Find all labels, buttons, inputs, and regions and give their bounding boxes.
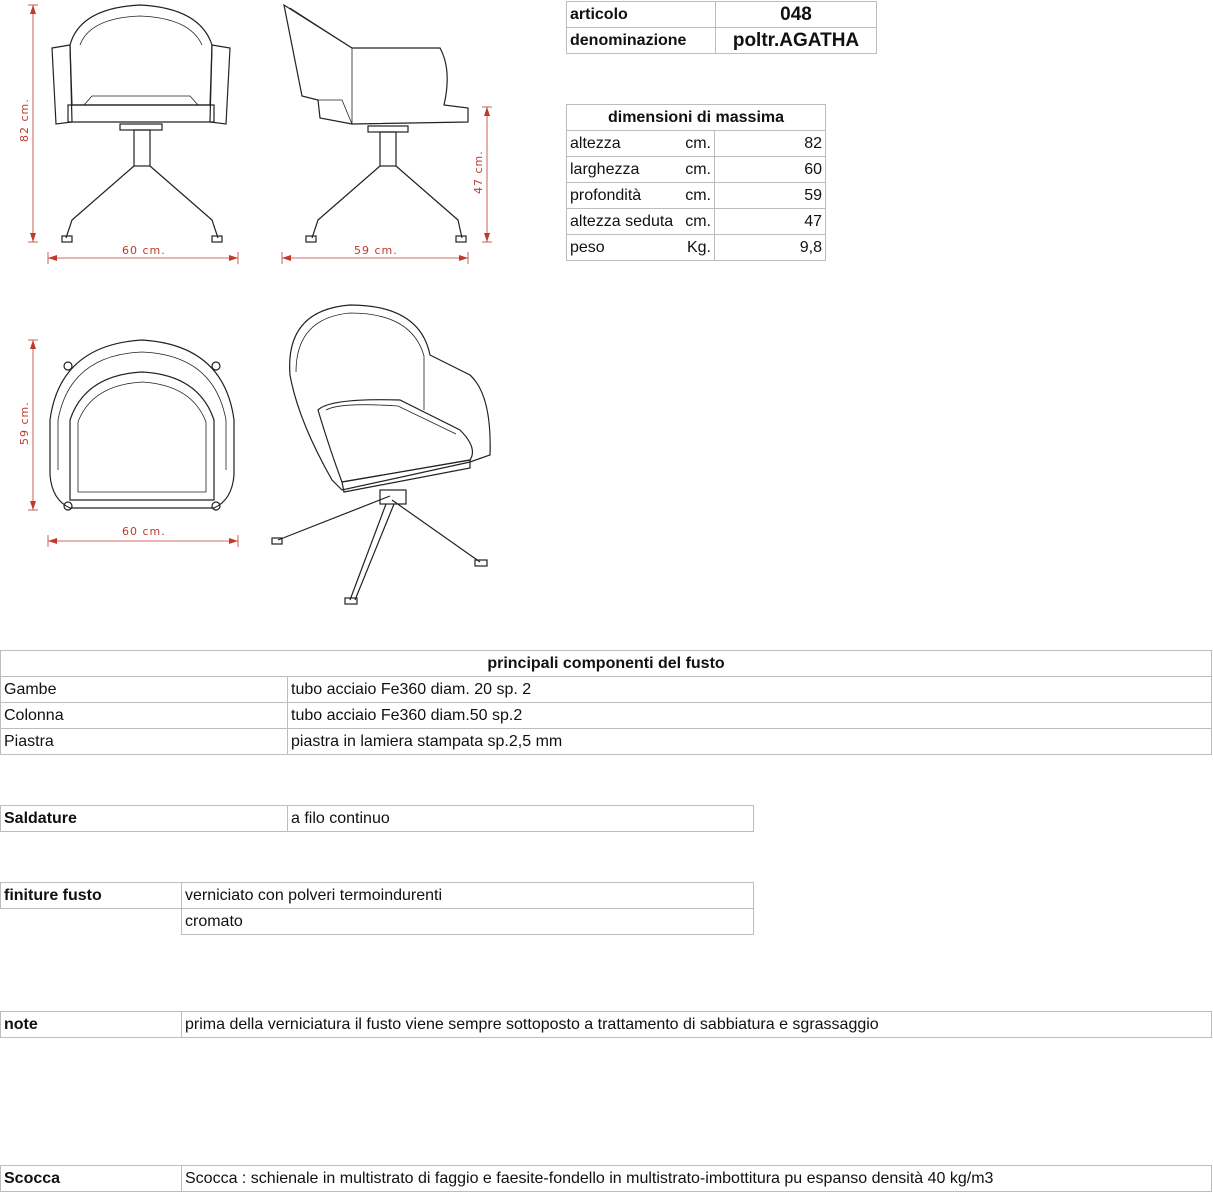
dimensioni-row: profondità cm. 59	[566, 182, 826, 209]
dimensioni-row: peso Kg. 9,8	[566, 234, 826, 261]
dimensioni-row-unit: cm.	[685, 161, 711, 178]
dimensioni-row-unit: cm.	[685, 213, 711, 230]
note-table: note prima della verniciatura il fusto v…	[0, 1011, 1212, 1038]
finiture-value: cromato	[181, 908, 754, 935]
top-width-dimension: 60 cm.	[122, 525, 166, 538]
dimensioni-row-value: 9,8	[714, 234, 826, 261]
componenti-row-name: Colonna	[0, 702, 288, 729]
dimensioni-row-label: peso	[570, 239, 605, 256]
top-view-drawing: 59 cm. 60 cm.	[18, 339, 239, 547]
dimensioni-row-value: 59	[714, 182, 826, 209]
componenti-title: principali componenti del fusto	[0, 650, 1212, 677]
dimensioni-row-label: altezza	[570, 135, 621, 152]
componenti-table: principali componenti del fusto Gambe tu…	[0, 650, 1212, 755]
technical-drawings: 82 cm. 60 cm. 47 cm. 59 cm. 59 cm. 60 cm…	[18, 3, 492, 605]
dimensioni-row-value: 47	[714, 208, 826, 235]
dimensioni-row: larghezza cm. 60	[566, 156, 826, 183]
finiture-label: finiture fusto	[0, 882, 182, 909]
dimensioni-row-value: 60	[714, 156, 826, 183]
front-height-dimension: 82 cm.	[18, 98, 31, 142]
header-table: articolo 048 denominazione poltr.AGATHA	[566, 1, 877, 54]
perspective-view-drawing	[271, 304, 491, 605]
front-view-drawing: 82 cm. 60 cm.	[18, 4, 239, 264]
dimensioni-table: dimensioni di massima altezza cm. 82 larg…	[566, 104, 826, 261]
componenti-row: Colonna tubo acciaio Fe360 diam.50 sp.2	[0, 702, 1212, 729]
dimensioni-row-value: 82	[714, 130, 826, 157]
componenti-row-name: Piastra	[0, 728, 288, 755]
dimensioni-row-label: profondità	[570, 187, 642, 204]
note-value: prima della verniciatura il fusto viene …	[181, 1011, 1212, 1038]
componenti-row: Piastra piastra in lamiera stampata sp.2…	[0, 728, 1212, 755]
articolo-label: articolo	[566, 1, 716, 28]
scocca-label: Scocca	[0, 1165, 182, 1192]
articolo-value: 048	[715, 1, 877, 28]
dimensioni-row-label: altezza seduta	[570, 213, 674, 230]
dimensioni-row-unit: Kg.	[686, 239, 711, 256]
dimensioni-title: dimensioni di massima	[566, 104, 826, 131]
dimensioni-row-unit: cm.	[685, 187, 711, 204]
front-width-dimension: 60 cm.	[122, 244, 166, 257]
side-view-drawing: 47 cm. 59 cm.	[281, 3, 492, 264]
denominazione-value: poltr.AGATHA	[715, 27, 877, 54]
note-label: note	[0, 1011, 182, 1038]
finiture-table: finiture fusto verniciato con polveri te…	[0, 882, 754, 935]
componenti-row-desc: tubo acciaio Fe360 diam.50 sp.2	[287, 702, 1212, 729]
componenti-row-desc: piastra in lamiera stampata sp.2,5 mm	[287, 728, 1212, 755]
scocca-value: Scocca : schienale in multistrato di fag…	[181, 1165, 1212, 1192]
dimensioni-row-unit: cm.	[685, 135, 711, 152]
dimensioni-row-label: larghezza	[570, 161, 640, 178]
saldature-label: Saldature	[0, 805, 288, 832]
saldature-table: Saldature a filo continuo	[0, 805, 754, 832]
scocca-table: Scocca Scocca : schienale in multistrato…	[0, 1165, 1212, 1192]
componenti-row-desc: tubo acciaio Fe360 diam. 20 sp. 2	[287, 676, 1212, 703]
top-depth-dimension: 59 cm.	[18, 401, 31, 445]
denominazione-label: denominazione	[566, 27, 716, 54]
componenti-row-name: Gambe	[0, 676, 288, 703]
dimensioni-row: altezza seduta cm. 47	[566, 208, 826, 235]
side-seat-height-dimension: 47 cm.	[472, 150, 485, 194]
dimensioni-row: altezza cm. 82	[566, 130, 826, 157]
saldature-value: a filo continuo	[287, 805, 754, 832]
side-depth-dimension: 59 cm.	[354, 244, 398, 257]
finiture-value: verniciato con polveri termoindurenti	[181, 882, 754, 909]
componenti-row: Gambe tubo acciaio Fe360 diam. 20 sp. 2	[0, 676, 1212, 703]
